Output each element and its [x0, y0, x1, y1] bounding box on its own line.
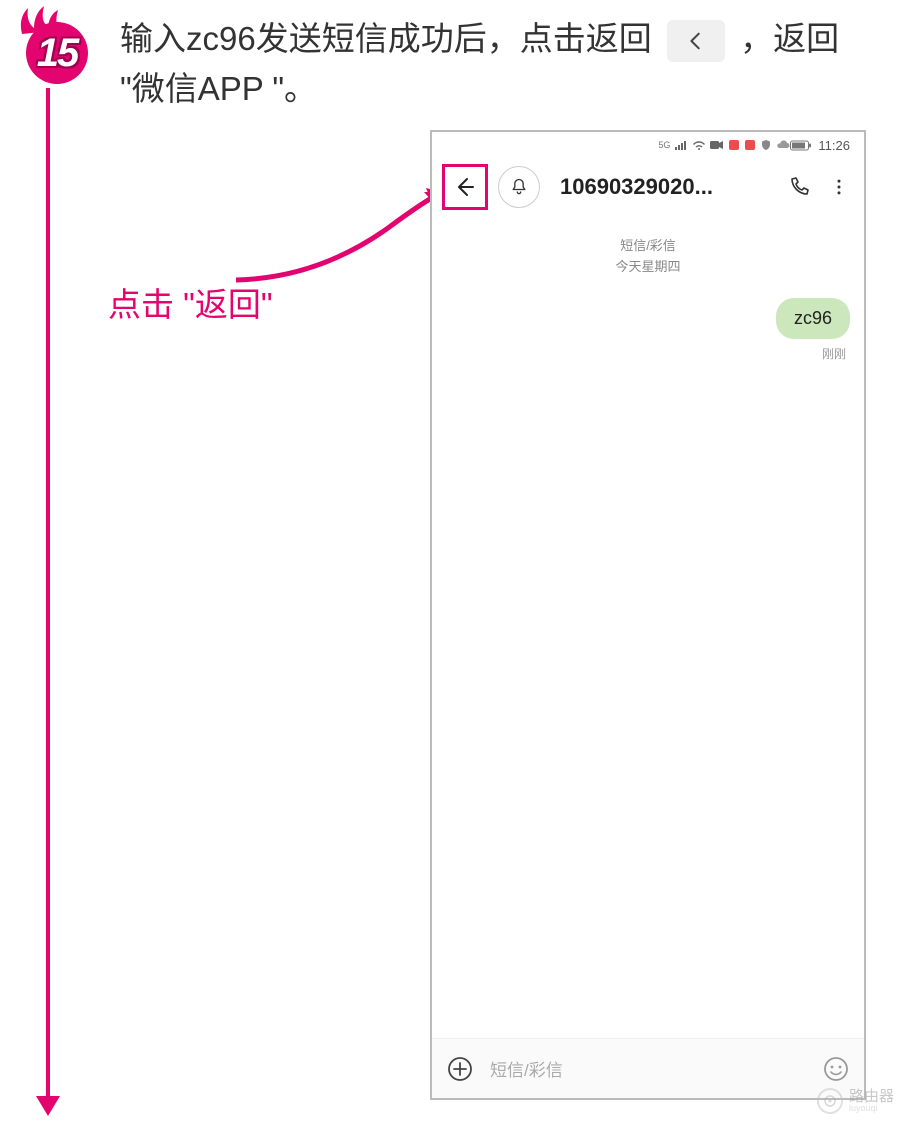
watermark-sub: luyouqi — [849, 1104, 894, 1113]
shield-icon — [760, 139, 772, 151]
sms-titlebar: 10690329020... — [432, 158, 864, 216]
instruction-text: 输入zc96发送短信成功后，点击返回 ，返回 "微信APP "。 — [120, 14, 880, 113]
message-time: 刚刚 — [446, 345, 850, 362]
back-arrow-icon — [685, 30, 707, 52]
timeline-line — [46, 88, 50, 1106]
meta-date: 今天星期四 — [446, 257, 850, 278]
emoji-icon — [822, 1055, 850, 1083]
message-row: zc96 — [446, 298, 850, 339]
battery-icon — [790, 140, 812, 151]
status-bar: 5G 11:26 — [432, 132, 864, 158]
timeline-arrowhead — [36, 1096, 60, 1116]
signal-icon — [674, 140, 688, 151]
wifi-icon — [692, 140, 706, 151]
camera-icon — [710, 140, 724, 150]
notification-bell-button[interactable] — [498, 166, 540, 208]
back-button[interactable] — [442, 164, 488, 210]
callout-arrow — [228, 178, 458, 288]
instruction-part1: 输入zc96发送短信成功后，点击返回 — [120, 20, 652, 57]
messages-area: 短信/彩信 今天星期四 zc96 刚刚 — [432, 216, 864, 1038]
more-menu-button[interactable] — [820, 168, 858, 206]
phone-frame: 5G 11:26 10690329020... — [430, 130, 866, 1100]
status-right: 11:26 — [790, 138, 850, 153]
step-number: 15 — [26, 22, 88, 84]
compose-emoji-button[interactable] — [820, 1053, 852, 1085]
contact-name: 10690329020... — [560, 174, 778, 200]
message-meta: 短信/彩信 今天星期四 — [446, 236, 850, 278]
compose-input[interactable]: 短信/彩信 — [490, 1056, 806, 1081]
step-badge: 15 — [18, 10, 96, 88]
cloud-icon — [776, 140, 790, 150]
watermark: 路由器 luyouqi — [817, 1088, 894, 1114]
status-time: 11:26 — [818, 138, 850, 153]
message-bubble[interactable]: zc96 — [776, 298, 850, 339]
bell-icon — [509, 177, 529, 197]
message-box-icon — [728, 139, 740, 151]
more-vertical-icon — [829, 177, 849, 197]
compose-bar: 短信/彩信 — [432, 1038, 864, 1098]
call-button[interactable] — [780, 168, 818, 206]
phone-icon — [787, 175, 811, 199]
callout-text: 点击 "返回" — [108, 278, 273, 326]
back-arrow-icon — [453, 175, 477, 199]
status-left: 5G — [658, 139, 790, 151]
compose-add-button[interactable] — [444, 1053, 476, 1085]
meta-type: 短信/彩信 — [446, 236, 850, 257]
huawei-icon — [744, 139, 756, 151]
inline-back-chip — [667, 20, 725, 62]
plus-circle-icon — [446, 1055, 474, 1083]
network-label: 5G — [658, 140, 670, 150]
watermark-text: 路由器 — [849, 1089, 894, 1104]
watermark-logo-icon — [817, 1088, 843, 1114]
